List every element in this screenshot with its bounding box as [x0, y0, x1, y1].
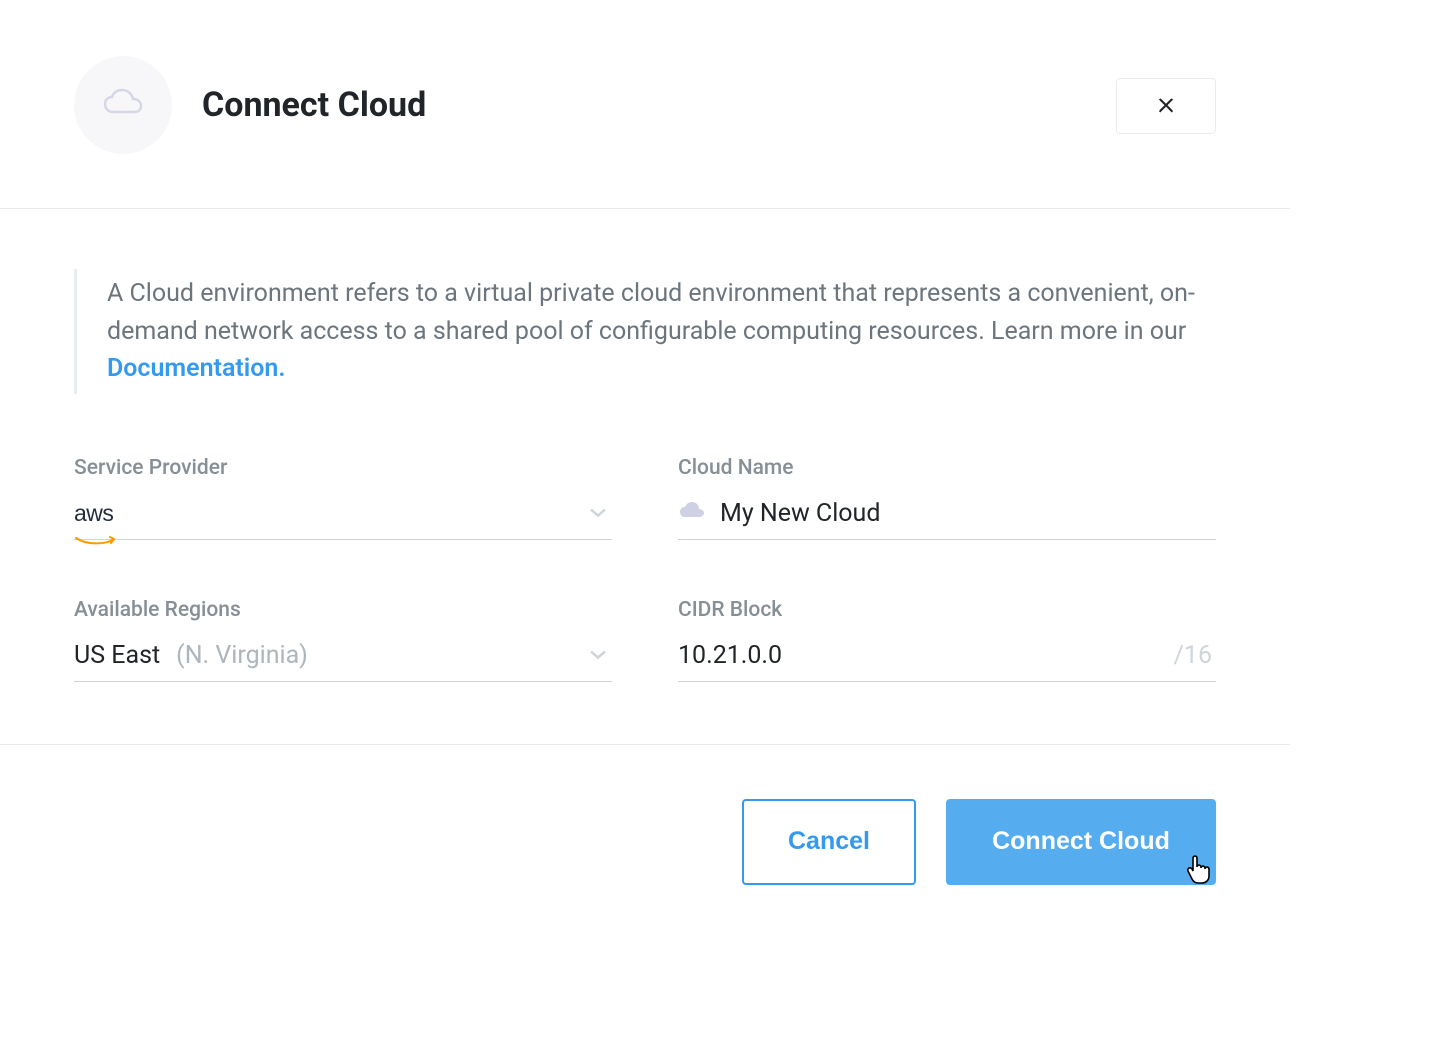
info-text: A Cloud environment refers to a virtual …	[107, 279, 1195, 346]
cloud-name-label: Cloud Name	[678, 456, 1216, 480]
dialog-header: Connect Cloud	[0, 0, 1290, 209]
service-provider-select[interactable]: aws	[74, 492, 612, 540]
dialog-body: A Cloud environment refers to a virtual …	[0, 209, 1290, 745]
service-provider-field: Service Provider aws	[74, 456, 612, 540]
available-regions-select[interactable]: US East (N. Virginia)	[74, 634, 612, 682]
info-box: A Cloud environment refers to a virtual …	[74, 269, 1216, 394]
cidr-block-field: CIDR Block /16	[678, 598, 1216, 682]
service-provider-label: Service Provider	[74, 456, 612, 480]
header-icon-circle	[74, 56, 172, 154]
documentation-link[interactable]: Documentation.	[107, 354, 286, 383]
cidr-suffix: /16	[1174, 641, 1212, 670]
available-regions-field: Available Regions US East (N. Virginia)	[74, 598, 612, 682]
form-grid: Service Provider aws Cloud Name	[74, 456, 1216, 682]
aws-swoosh-icon	[74, 525, 118, 535]
cloud-icon	[102, 88, 144, 122]
cidr-block-label: CIDR Block	[678, 598, 1216, 622]
aws-logo: aws	[74, 500, 113, 527]
dialog-title: Connect Cloud	[202, 85, 426, 125]
available-regions-label: Available Regions	[74, 598, 612, 622]
connect-cloud-dialog: Connect Cloud A Cloud environment refers…	[0, 0, 1290, 939]
connect-cloud-button[interactable]: Connect Cloud	[946, 799, 1216, 885]
chevron-down-icon	[588, 646, 608, 665]
cloud-name-input-wrapper	[678, 492, 1216, 540]
chevron-down-icon	[588, 504, 608, 523]
cidr-input-wrapper: /16	[678, 634, 1216, 682]
cloud-small-icon	[678, 501, 706, 525]
cidr-input[interactable]	[678, 641, 1174, 670]
cloud-name-input[interactable]	[720, 499, 1037, 528]
cloud-name-field: Cloud Name	[678, 456, 1216, 540]
close-button[interactable]	[1116, 78, 1216, 134]
dialog-footer: Cancel Connect Cloud	[0, 745, 1290, 939]
cancel-button[interactable]: Cancel	[742, 799, 916, 885]
cursor-pointer-icon	[1184, 855, 1212, 889]
close-icon	[1155, 94, 1177, 119]
region-detail: (N. Virginia)	[176, 641, 308, 670]
aws-logo-text: aws	[74, 500, 113, 526]
region-value: US East	[74, 641, 160, 670]
